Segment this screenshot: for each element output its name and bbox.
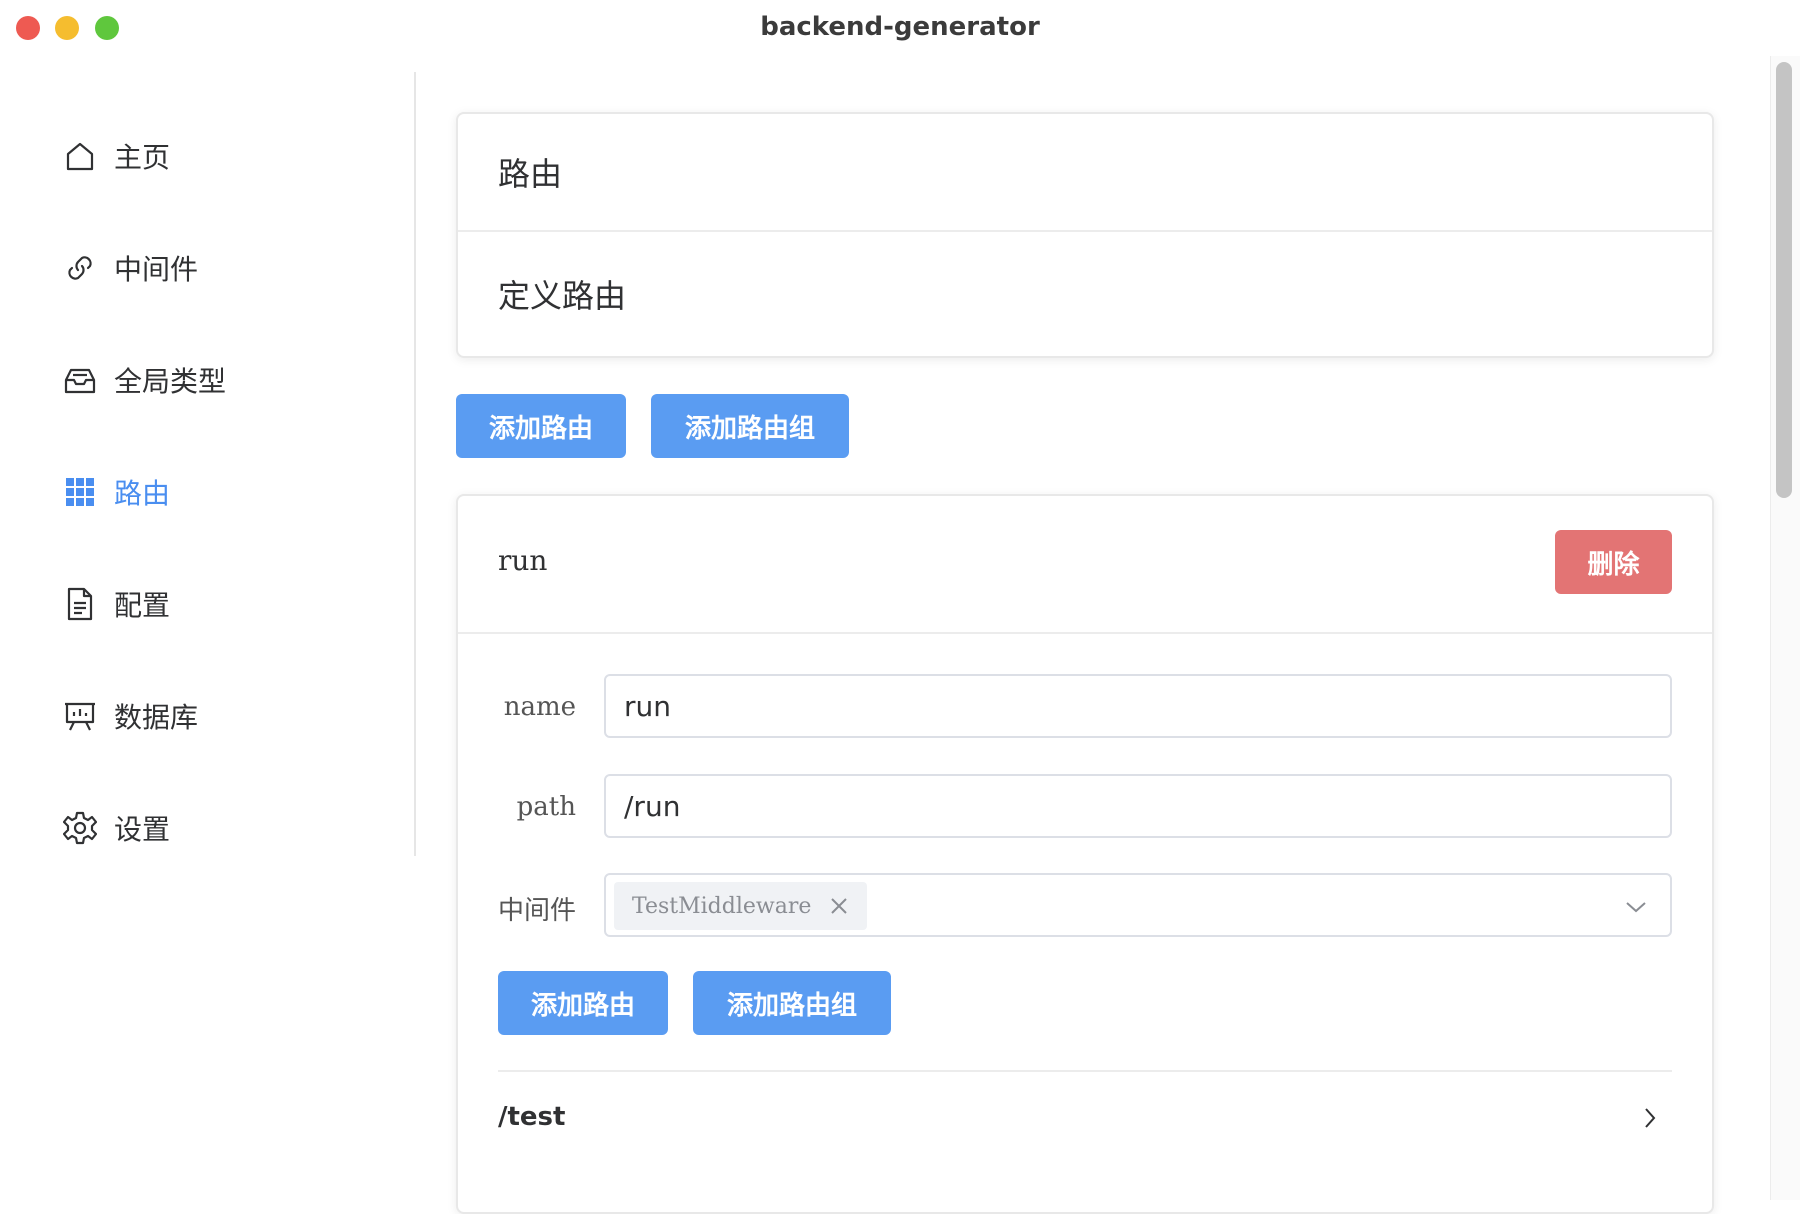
child-route-path[interactable]: /test bbox=[498, 1102, 565, 1132]
route-card-header: run 删除 bbox=[458, 496, 1712, 634]
sidebar-item-label: 配置 bbox=[114, 589, 171, 622]
route-title: run bbox=[498, 544, 548, 577]
gear-icon bbox=[62, 810, 98, 846]
grid-icon bbox=[62, 474, 98, 510]
middleware-select[interactable]: TestMiddleware bbox=[604, 873, 1672, 937]
page-subtitle: 定义路由 bbox=[498, 277, 627, 315]
chevron-right-icon[interactable] bbox=[1638, 1106, 1662, 1130]
sidebar-item-label: 设置 bbox=[114, 813, 171, 846]
chevron-down-icon bbox=[1624, 895, 1648, 919]
main-content: 路由 定义路由 添加路由 添加路由组 run 删除 name path 中间件 … bbox=[456, 56, 1714, 1214]
document-icon bbox=[62, 586, 98, 622]
add-child-route-group-button[interactable]: 添加路由组 bbox=[693, 971, 891, 1035]
title-bar: backend-generator bbox=[0, 0, 1800, 56]
middleware-tag: TestMiddleware bbox=[614, 882, 868, 930]
sidebar: 主页 中间件 全局类型 路由 配置 数据库 设置 bbox=[0, 56, 415, 1200]
name-input[interactable] bbox=[604, 674, 1672, 738]
add-child-route-button[interactable]: 添加路由 bbox=[498, 971, 668, 1035]
sidebar-item-middleware[interactable]: 中间件 bbox=[62, 238, 198, 298]
add-route-group-button[interactable]: 添加路由组 bbox=[651, 394, 849, 458]
sidebar-item-label: 主页 bbox=[114, 141, 171, 174]
sidebar-item-label: 全局类型 bbox=[114, 365, 227, 398]
page-header-card: 路由 定义路由 bbox=[456, 112, 1714, 358]
add-route-button[interactable]: 添加路由 bbox=[456, 394, 626, 458]
sidebar-item-label: 数据库 bbox=[114, 701, 199, 734]
name-label: name bbox=[503, 692, 576, 722]
inbox-icon bbox=[62, 362, 98, 398]
sidebar-item-home[interactable]: 主页 bbox=[62, 126, 170, 186]
sidebar-item-label: 中间件 bbox=[114, 253, 199, 286]
close-icon[interactable] bbox=[829, 896, 849, 916]
middleware-tag-label: TestMiddleware bbox=[632, 893, 812, 919]
sidebar-item-database[interactable]: 数据库 bbox=[62, 686, 198, 746]
page-title: 路由 bbox=[458, 114, 1712, 232]
path-label: path bbox=[516, 792, 576, 822]
sidebar-item-label: 路由 bbox=[114, 477, 171, 510]
path-input[interactable] bbox=[604, 774, 1672, 838]
sidebar-item-config[interactable]: 配置 bbox=[62, 574, 170, 634]
scrollbar-thumb[interactable] bbox=[1776, 62, 1792, 498]
sidebar-divider bbox=[414, 72, 416, 856]
window-title: backend-generator bbox=[760, 12, 1040, 42]
sidebar-item-routes[interactable]: 路由 bbox=[62, 462, 170, 522]
delete-button[interactable]: 删除 bbox=[1555, 530, 1672, 594]
section-divider bbox=[498, 1070, 1672, 1072]
middleware-label: 中间件 bbox=[497, 896, 576, 926]
home-icon bbox=[62, 138, 98, 174]
sidebar-item-global-types[interactable]: 全局类型 bbox=[62, 350, 226, 410]
sidebar-item-settings[interactable]: 设置 bbox=[62, 798, 170, 858]
presentation-icon bbox=[62, 698, 98, 734]
route-card: run 删除 name path 中间件 TestMiddleware 添加路由… bbox=[456, 494, 1714, 1214]
link-icon bbox=[62, 250, 98, 286]
